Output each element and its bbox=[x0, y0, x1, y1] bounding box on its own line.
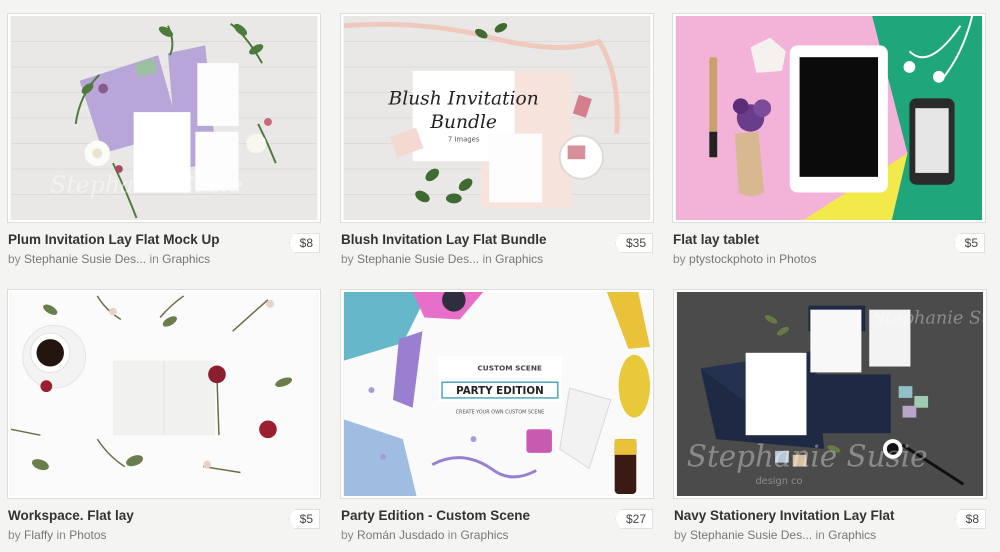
product-thumbnail[interactable]: CUSTOM SCENE PARTY EDITION CREATE YOUR O… bbox=[341, 290, 653, 498]
product-title[interactable]: Flat lay tablet bbox=[673, 232, 759, 247]
product-thumbnail[interactable] bbox=[8, 290, 320, 498]
product-byline: by Stephanie Susie Des... in Graphics bbox=[674, 528, 876, 542]
product-title[interactable]: Blush Invitation Lay Flat Bundle bbox=[341, 232, 547, 247]
product-title[interactable]: Workspace. Flat lay bbox=[8, 508, 134, 523]
author-link[interactable]: Stephanie Susie Des... bbox=[24, 252, 146, 266]
category-link[interactable]: Photos bbox=[69, 528, 106, 542]
product-byline: by Stephanie Susie Des... in Graphics bbox=[8, 252, 210, 266]
price-tag[interactable]: $5 bbox=[953, 233, 985, 253]
by-label: by bbox=[8, 528, 21, 542]
workspace-flat-lay-image bbox=[10, 292, 317, 496]
product-thumbnail[interactable]: Stephanie Susie Stephanie Susie design c… bbox=[674, 290, 986, 498]
product-title[interactable]: Navy Stationery Invitation Lay Flat bbox=[674, 508, 895, 523]
category-link[interactable]: Graphics bbox=[460, 528, 508, 542]
author-link[interactable]: Stephanie Susie Des... bbox=[357, 252, 479, 266]
product-thumbnail[interactable]: Stephanie Susie bbox=[8, 14, 320, 222]
category-link[interactable]: Graphics bbox=[828, 528, 876, 542]
price-tag[interactable]: $8 bbox=[288, 233, 320, 253]
card-title-line1: Blush Invitation bbox=[388, 88, 539, 109]
author-link[interactable]: Román Jusdado bbox=[357, 528, 444, 542]
price-tag[interactable]: $35 bbox=[614, 233, 653, 253]
product-card: Blush Invitation Bundle 7 Images Blush I… bbox=[341, 14, 653, 274]
product-thumbnail[interactable] bbox=[673, 14, 985, 222]
party-edition-image: CUSTOM SCENE PARTY EDITION CREATE YOUR O… bbox=[344, 292, 650, 496]
category-link[interactable]: Graphics bbox=[162, 252, 210, 266]
blush-invitation-image: Blush Invitation Bundle 7 Images bbox=[343, 16, 650, 220]
in-label: in bbox=[815, 528, 825, 542]
badge-main-text: PARTY EDITION bbox=[456, 385, 544, 397]
author-link[interactable]: ptystockphoto bbox=[689, 252, 763, 266]
watermark-text: Stephanie Susie bbox=[687, 440, 928, 474]
by-label: by bbox=[8, 252, 21, 266]
in-label: in bbox=[482, 252, 492, 266]
watermark-text-top: Stephanie Susie bbox=[873, 308, 984, 328]
card-title-line2: Bundle bbox=[429, 112, 497, 133]
product-byline: by Flaffy in Photos bbox=[8, 528, 107, 542]
product-card: Flat lay tablet by ptystockphoto in Phot… bbox=[673, 14, 985, 274]
author-link[interactable]: Stephanie Susie Des... bbox=[690, 528, 812, 542]
product-card: CUSTOM SCENE PARTY EDITION CREATE YOUR O… bbox=[341, 290, 653, 550]
category-link[interactable]: Graphics bbox=[495, 252, 543, 266]
product-byline: by ptystockphoto in Photos bbox=[673, 252, 816, 266]
by-label: by bbox=[674, 528, 687, 542]
badge-sub-text: CREATE YOUR OWN CUSTOM SCENE bbox=[456, 410, 545, 416]
in-label: in bbox=[149, 252, 159, 266]
by-label: by bbox=[673, 252, 686, 266]
by-label: by bbox=[341, 528, 354, 542]
price-tag[interactable]: $5 bbox=[288, 509, 320, 529]
product-title[interactable]: Party Edition - Custom Scene bbox=[341, 508, 530, 523]
badge-top-text: CUSTOM SCENE bbox=[477, 363, 542, 372]
navy-stationery-image: Stephanie Susie Stephanie Susie design c… bbox=[677, 292, 984, 496]
product-byline: by Román Jusdado in Graphics bbox=[341, 528, 508, 542]
product-card: Stephanie Susie Plum Invitation Lay Flat… bbox=[8, 14, 320, 274]
in-label: in bbox=[766, 252, 776, 266]
product-card: Workspace. Flat lay by Flaffy in Photos … bbox=[8, 290, 320, 550]
tablet-flat-lay-image bbox=[676, 16, 982, 220]
category-link[interactable]: Photos bbox=[779, 252, 816, 266]
price-tag[interactable]: $27 bbox=[614, 509, 653, 529]
price-tag[interactable]: $8 bbox=[954, 509, 986, 529]
product-byline: by Stephanie Susie Des... in Graphics bbox=[341, 252, 543, 266]
in-label: in bbox=[56, 528, 66, 542]
watermark-text: Stephanie Susie bbox=[50, 171, 243, 199]
product-card: Stephanie Susie Stephanie Susie design c… bbox=[674, 290, 986, 550]
by-label: by bbox=[341, 252, 354, 266]
watermark-subtext: design co bbox=[755, 476, 802, 487]
in-label: in bbox=[447, 528, 458, 542]
product-thumbnail[interactable]: Blush Invitation Bundle 7 Images bbox=[341, 14, 653, 222]
author-link[interactable]: Flaffy bbox=[24, 528, 53, 542]
product-title[interactable]: Plum Invitation Lay Flat Mock Up bbox=[8, 232, 220, 247]
plum-invitation-image: Stephanie Susie bbox=[11, 16, 317, 220]
card-subtitle: 7 Images bbox=[448, 136, 480, 144]
